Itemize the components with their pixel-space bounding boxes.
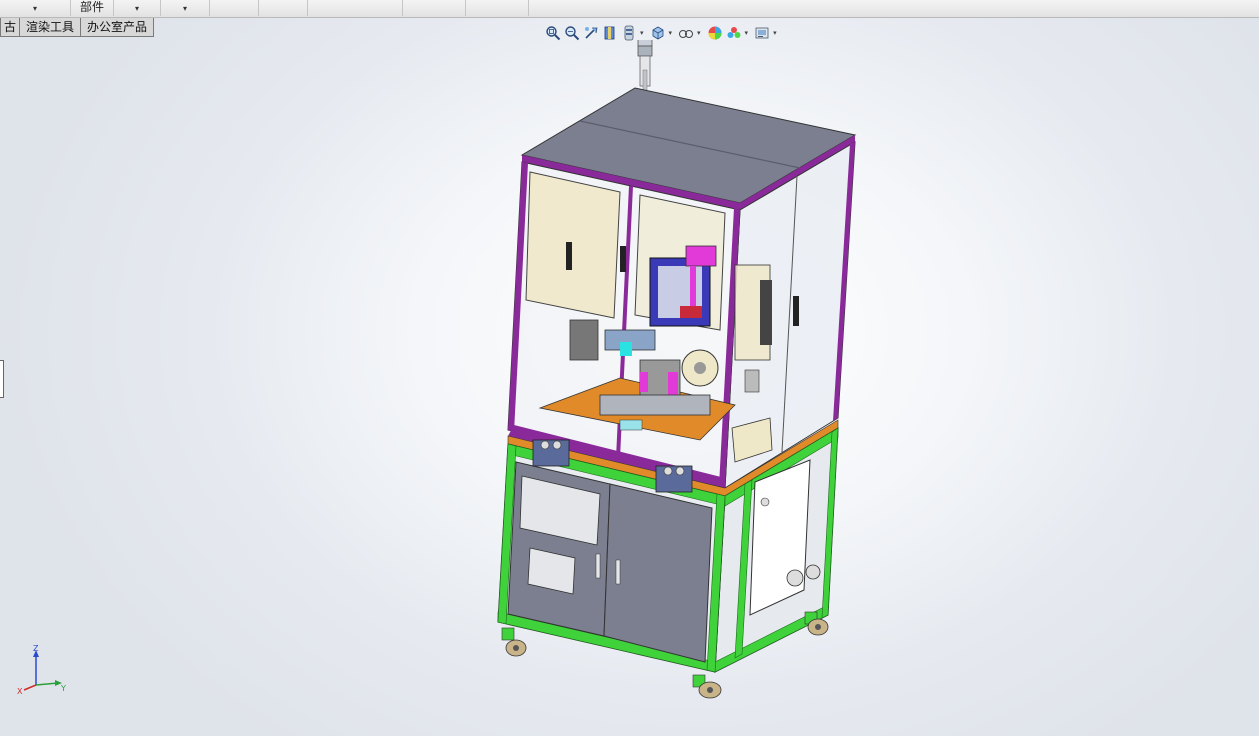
view-orientation-icon[interactable]	[650, 25, 666, 41]
dropdown-arrow-icon[interactable]: ▾	[183, 4, 187, 13]
zoom-to-area-icon[interactable]	[564, 25, 580, 41]
view-settings-icon[interactable]	[754, 25, 770, 41]
view-settings-dropdown[interactable]: ▾	[773, 29, 777, 37]
signal-tower[interactable]	[637, 40, 653, 95]
side-panel-handle[interactable]	[0, 360, 4, 398]
ribbon-cell-1[interactable]: ▾	[0, 0, 71, 16]
tab-render-tools[interactable]: 渲染工具	[19, 18, 82, 37]
ribbon-cell-4[interactable]: ▾	[161, 0, 210, 16]
previous-view-icon[interactable]	[583, 25, 599, 41]
dropdown-arrow-icon[interactable]: ▾	[135, 4, 139, 13]
reference-triad: Z Y X	[17, 644, 66, 696]
triad-z-label: Z	[33, 644, 39, 653]
ribbon-cell-8[interactable]	[403, 0, 466, 16]
apply-scene-dropdown[interactable]: ▾	[745, 29, 749, 37]
ribbon-part-label[interactable]: 部件	[71, 0, 114, 16]
machine-assembly-model[interactable]	[480, 40, 880, 705]
dropdown-arrow-icon[interactable]: ▾	[33, 4, 37, 13]
section-view-icon[interactable]	[602, 25, 618, 41]
ribbon-cell-5[interactable]	[210, 0, 259, 16]
ribbon-cell-6[interactable]	[259, 0, 308, 16]
ribbon-cell-3[interactable]: ▾	[114, 0, 161, 16]
triad-x-label: X	[17, 687, 23, 696]
ribbon-cell-9[interactable]	[466, 0, 529, 16]
apply-scene-icon[interactable]	[726, 25, 742, 41]
ribbon-strip: ▾ 部件 ▾ ▾	[0, 0, 1259, 18]
tab-partial[interactable]: 古	[0, 18, 21, 37]
tab-office-products[interactable]: 办公室产品	[80, 18, 155, 37]
zoom-to-fit-icon[interactable]	[545, 25, 561, 41]
command-manager-tabs: 古 渲染工具 办公室产品	[0, 18, 155, 37]
dynamic-annotation-icon[interactable]	[621, 25, 637, 41]
display-style-icon[interactable]	[678, 25, 694, 41]
edit-appearance-icon[interactable]	[707, 25, 723, 41]
ribbon-cell-7[interactable]	[308, 0, 403, 16]
display-style-dropdown[interactable]: ▾	[697, 29, 701, 37]
view-orientation-dropdown[interactable]: ▾	[669, 29, 673, 37]
triad-y-label: Y	[60, 684, 66, 693]
dynamic-annotation-dropdown[interactable]: ▾	[640, 29, 644, 37]
